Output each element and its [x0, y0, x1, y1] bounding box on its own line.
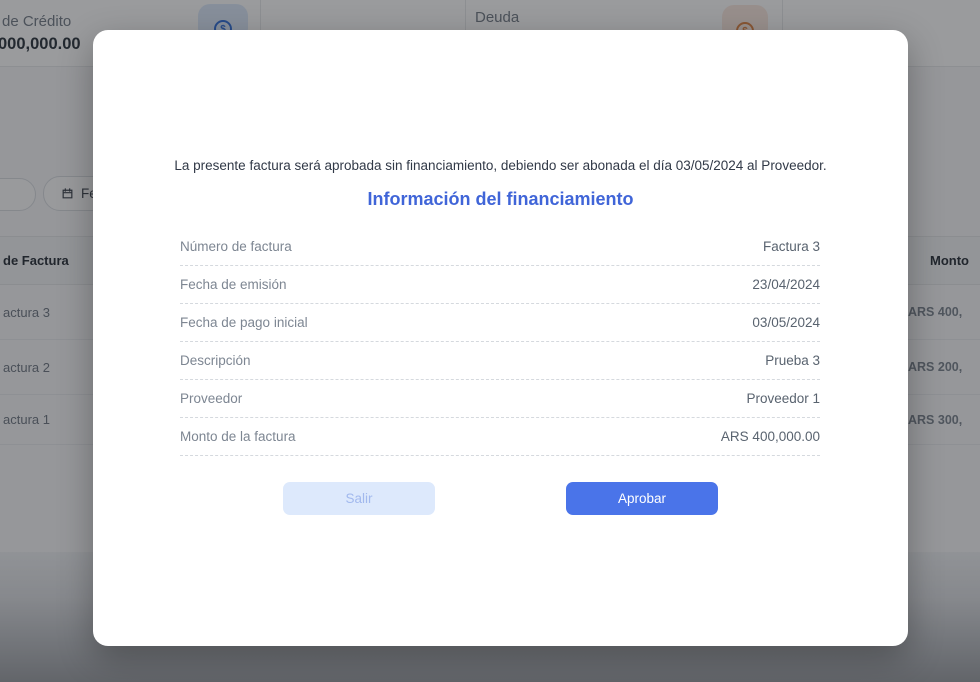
field-label: Descripción — [180, 353, 251, 368]
field-row-description: Descripción Prueba 3 — [180, 342, 820, 380]
field-row-invoice-amount: Monto de la factura ARS 400,000.00 — [180, 418, 820, 456]
financing-info-modal: La presente factura será aprobada sin fi… — [93, 30, 908, 646]
field-row-supplier: Proveedor Proveedor 1 — [180, 380, 820, 418]
approval-notice-text: La presente factura será aprobada sin fi… — [93, 158, 908, 173]
field-label: Fecha de pago inicial — [180, 315, 308, 330]
financing-fields: Número de factura Factura 3 Fecha de emi… — [180, 228, 820, 456]
modal-title: Información del financiamiento — [93, 189, 908, 210]
field-value: 23/04/2024 — [752, 277, 820, 292]
field-value: Prueba 3 — [765, 353, 820, 368]
exit-button[interactable]: Salir — [283, 482, 435, 515]
field-label: Proveedor — [180, 391, 242, 406]
field-value: Factura 3 — [763, 239, 820, 254]
field-row-issue-date: Fecha de emisión 23/04/2024 — [180, 266, 820, 304]
field-value: ARS 400,000.00 — [721, 429, 820, 444]
field-label: Monto de la factura — [180, 429, 296, 444]
approve-button[interactable]: Aprobar — [566, 482, 718, 515]
field-value: 03/05/2024 — [752, 315, 820, 330]
field-value: Proveedor 1 — [746, 391, 820, 406]
field-row-initial-payment-date: Fecha de pago inicial 03/05/2024 — [180, 304, 820, 342]
field-row-invoice-number: Número de factura Factura 3 — [180, 228, 820, 266]
field-label: Número de factura — [180, 239, 292, 254]
field-label: Fecha de emisión — [180, 277, 287, 292]
screen: de Crédito 000,000.00 $ Deuda $ Fe de Fa… — [0, 0, 980, 682]
